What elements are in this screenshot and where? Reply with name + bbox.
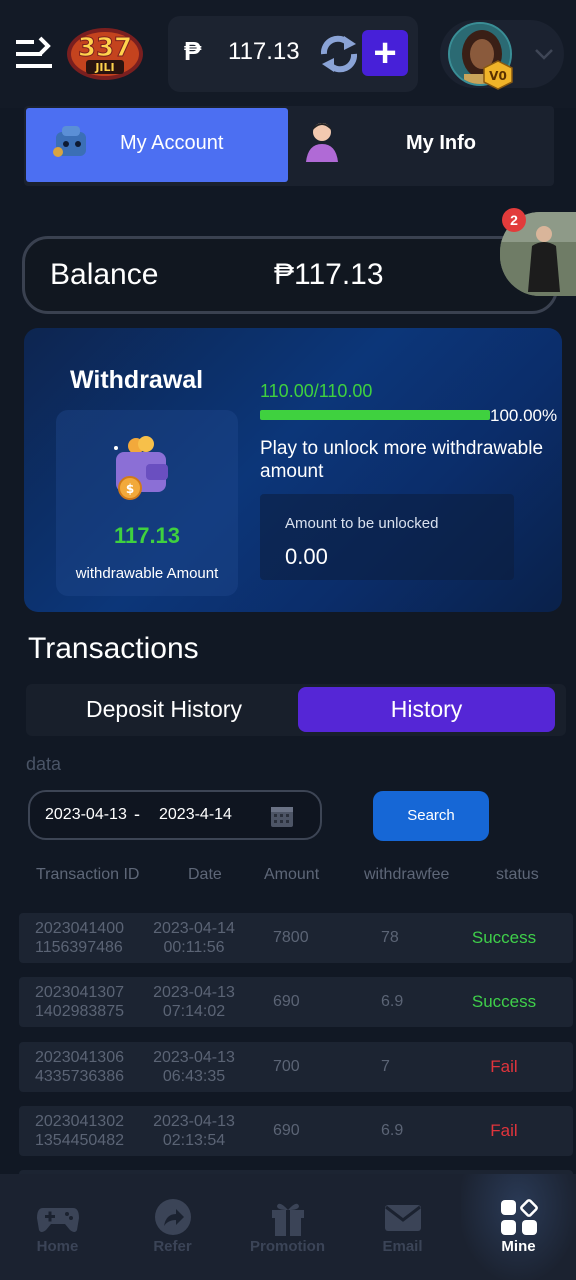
svg-text:$: $ — [126, 482, 134, 496]
transaction-fee: 6.9 — [381, 993, 404, 1010]
chevron-down-icon[interactable] — [532, 42, 556, 66]
nav-email[interactable]: Email — [345, 1174, 460, 1280]
tab-deposit-history[interactable]: Deposit History — [26, 696, 302, 723]
tab-history-label: History — [390, 696, 463, 722]
nav-home[interactable]: Home — [0, 1174, 115, 1280]
logo-icon[interactable]: 337 JILI — [64, 22, 146, 84]
column-header: Transaction ID — [36, 866, 140, 883]
transaction-id: 2023041400 1156397486 — [35, 920, 124, 956]
unlock-message: Play to unlock more withdrawable amount — [260, 438, 544, 482]
svg-text:V0: V0 — [489, 69, 507, 83]
column-header: status — [496, 866, 539, 883]
wallet-amount: 117.13 — [228, 38, 300, 65]
date-to[interactable]: 2023-4-14 — [159, 806, 232, 824]
transactions-title: Transactions — [28, 632, 199, 665]
withdrawable-amount: 117.13 — [113, 523, 181, 548]
balance-label: Balance — [50, 258, 159, 291]
vip-badge-icon: V0 — [483, 60, 513, 90]
transaction-amount: 690 — [273, 1122, 300, 1139]
transaction-amount: 690 — [273, 993, 300, 1010]
svg-text:JILI: JILI — [94, 61, 114, 74]
transaction-fee: 6.9 — [381, 1122, 404, 1139]
progress-text: 110.00/110.00 — [260, 381, 373, 401]
gift-icon — [272, 1203, 304, 1236]
transaction-date: 2023-04-13 02:13:54 — [153, 1113, 235, 1149]
tab-my-info[interactable]: My Info — [406, 132, 476, 155]
menu-icon[interactable] — [16, 34, 56, 74]
transaction-id: 2023041302 1354450482 — [35, 1113, 124, 1149]
share-icon — [155, 1199, 191, 1235]
grid-apps-icon — [501, 1199, 538, 1235]
notification-badge: 2 — [502, 208, 526, 232]
svg-text:337: 337 — [78, 33, 132, 63]
wallet-coins-icon: $ — [114, 436, 168, 500]
status-badge: Fail — [490, 1121, 518, 1140]
transaction-date: 2023-04-14 00:11:56 — [153, 920, 235, 956]
transaction-fee: 78 — [381, 929, 399, 946]
robot-wallet-icon — [53, 126, 86, 157]
unlock-value: 0.00 — [285, 544, 328, 569]
table-row[interactable]: 2023041306 4335736386 2023-04-13 06:43:35 … — [19, 1042, 573, 1092]
nav-refer-label: Refer — [153, 1238, 192, 1255]
status-badge: Success — [471, 992, 537, 1011]
transaction-date: 2023-04-13 06:43:35 — [153, 1049, 235, 1085]
status-badge: Fail — [490, 1057, 518, 1076]
status-badge: Success — [471, 928, 537, 947]
withdrawable-caption: withdrawable Amount — [75, 565, 219, 582]
refresh-icon[interactable] — [318, 34, 360, 74]
nav-home-label: Home — [36, 1238, 79, 1255]
column-header: Date — [188, 866, 222, 883]
person-icon — [306, 123, 338, 162]
nav-mine[interactable]: Mine — [461, 1174, 576, 1280]
gamepad-icon — [37, 1208, 79, 1232]
table-row[interactable]: 2023041400 1156397486 2023-04-14 00:11:56 … — [19, 913, 573, 963]
filter-label: data — [26, 754, 62, 774]
balance-value: ₱117.13 — [274, 258, 384, 291]
transaction-id: 2023041306 4335736386 — [35, 1049, 124, 1085]
table-row[interactable]: 2023041302 1354450482 2023-04-13 02:13:54 … — [19, 1106, 573, 1156]
transaction-id: 2023041307 1402983875 — [35, 984, 124, 1020]
tab-my-account-label: My Account — [120, 132, 224, 154]
nav-mine-label: Mine — [501, 1238, 536, 1255]
column-header: Amount — [264, 866, 320, 883]
date-separator: - — [134, 804, 140, 824]
withdrawal-title: Withdrawal — [70, 366, 204, 394]
progress-fill — [260, 410, 490, 420]
currency-symbol: ₱ — [184, 36, 202, 66]
nav-promotion-label: Promotion — [250, 1238, 325, 1255]
table-row[interactable]: 2023041307 1402983875 2023-04-13 07:14:02 … — [19, 977, 573, 1027]
search-button[interactable]: Search — [373, 791, 489, 841]
column-header: withdrawfee — [364, 866, 450, 883]
nav-promotion[interactable]: Promotion — [230, 1174, 345, 1280]
transaction-fee: 7 — [381, 1058, 390, 1075]
nav-email-label: Email — [382, 1238, 423, 1255]
calendar-icon[interactable] — [270, 804, 294, 828]
deposit-plus-button[interactable]: + — [362, 30, 408, 76]
transaction-amount: 7800 — [273, 929, 309, 946]
transaction-date: 2023-04-13 07:14:02 — [153, 984, 235, 1020]
date-from[interactable]: 2023-04-13 — [45, 806, 127, 824]
progress-percent: 100.00% — [490, 406, 558, 425]
unlock-label: Amount to be unlocked — [285, 515, 439, 532]
plus-icon: + — [373, 31, 397, 75]
search-button-label: Search — [407, 807, 455, 824]
nav-refer[interactable]: Refer — [115, 1174, 230, 1280]
mail-icon — [385, 1205, 421, 1231]
transaction-amount: 700 — [273, 1058, 300, 1075]
